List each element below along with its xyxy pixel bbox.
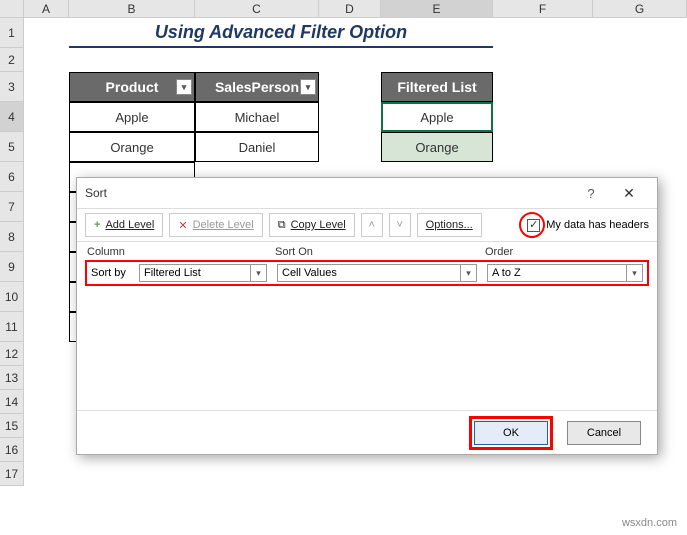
label: Copy Level: [291, 219, 346, 231]
table-header-filtered: Filtered List: [381, 72, 493, 102]
sort-dialog: Sort ? ✕ + Add Level ✕ Delete Level ⧉ Co…: [76, 177, 658, 455]
row-header[interactable]: 2: [0, 48, 24, 72]
row-header[interactable]: 8: [0, 222, 24, 252]
copy-level-button[interactable]: ⧉ Copy Level: [269, 213, 355, 237]
plus-icon: +: [94, 219, 100, 231]
label: My data has headers: [546, 219, 649, 231]
row-header[interactable]: 9: [0, 252, 24, 282]
chevron-down-icon: ▾: [460, 265, 476, 281]
row-header[interactable]: 10: [0, 282, 24, 312]
col-header[interactable]: D: [319, 0, 381, 18]
label: Filtered List: [397, 79, 476, 95]
ok-button[interactable]: OK: [474, 421, 548, 445]
cell-c5[interactable]: Daniel: [195, 132, 319, 162]
sort-criteria-row: Sort by Filtered List ▾ Cell Values ▾ A …: [85, 260, 649, 286]
dialog-column-headers: Column Sort On Order: [77, 242, 657, 260]
sort-column-combo[interactable]: Filtered List ▾: [139, 264, 267, 282]
col-header[interactable]: E: [381, 0, 493, 18]
table-header-product: Product ▾: [69, 72, 195, 102]
options-button[interactable]: Options...: [417, 213, 482, 237]
col-header-order: Order: [485, 246, 513, 258]
col-header-sorton: Sort On: [275, 246, 485, 258]
row-header[interactable]: 15: [0, 414, 24, 438]
row-header[interactable]: 6: [0, 162, 24, 192]
row-header[interactable]: 12: [0, 342, 24, 366]
headers-checkbox-wrap: ✓ My data has headers: [527, 219, 649, 232]
cell-e5[interactable]: Orange: [381, 132, 493, 162]
annotation-circle: [519, 212, 545, 238]
watermark: wsxdn.com: [622, 517, 677, 529]
row-header[interactable]: 5: [0, 132, 24, 162]
label: Add Level: [105, 219, 154, 231]
col-header[interactable]: B: [69, 0, 195, 18]
dialog-title: Sort: [85, 186, 107, 200]
dialog-toolbar: + Add Level ✕ Delete Level ⧉ Copy Level …: [77, 208, 657, 242]
col-header[interactable]: C: [195, 0, 319, 18]
label: SalesPerson: [215, 79, 299, 95]
cancel-button[interactable]: Cancel: [567, 421, 641, 445]
dialog-footer: OK Cancel: [77, 410, 657, 454]
row-header[interactable]: 1: [0, 18, 24, 48]
row-header[interactable]: 3: [0, 72, 24, 102]
cell-c4[interactable]: Michael: [195, 102, 319, 132]
col-header[interactable]: F: [493, 0, 593, 18]
row-header[interactable]: 7: [0, 192, 24, 222]
dialog-titlebar[interactable]: Sort ? ✕: [77, 178, 657, 208]
label: Delete Level: [193, 219, 254, 231]
order-combo[interactable]: A to Z ▾: [487, 264, 643, 282]
chevron-down-icon: ▾: [626, 265, 642, 281]
move-down-button[interactable]: ˅: [389, 213, 411, 237]
cell-b4[interactable]: Apple: [69, 102, 195, 132]
table-header-salesperson: SalesPerson ▾: [195, 72, 319, 102]
row-header[interactable]: 11: [0, 312, 24, 342]
row-header[interactable]: 17: [0, 462, 24, 486]
delete-level-button[interactable]: ✕ Delete Level: [169, 213, 262, 237]
annotation-box: OK: [469, 416, 553, 450]
select-all-corner[interactable]: [0, 0, 24, 18]
sortby-label: Sort by: [91, 267, 139, 279]
col-header-column: Column: [87, 246, 275, 258]
row-header[interactable]: 4: [0, 102, 24, 132]
cell-b5[interactable]: Orange: [69, 132, 195, 162]
col-header[interactable]: A: [24, 0, 69, 18]
filter-dropdown-icon[interactable]: ▾: [300, 79, 316, 95]
row-header[interactable]: 14: [0, 390, 24, 414]
label: Product: [106, 79, 159, 95]
value: Filtered List: [144, 267, 201, 279]
chevron-up-icon: ˄: [368, 219, 374, 231]
filter-dropdown-icon[interactable]: ▾: [176, 79, 192, 95]
col-header[interactable]: G: [593, 0, 687, 18]
x-icon: ✕: [178, 219, 187, 232]
cell-e4-selected[interactable]: Apple: [381, 102, 493, 132]
copy-icon: ⧉: [278, 219, 286, 232]
value: Cell Values: [282, 267, 337, 279]
row-header[interactable]: 16: [0, 438, 24, 462]
row-header[interactable]: 13: [0, 366, 24, 390]
chevron-down-icon: ˅: [396, 219, 402, 231]
move-up-button[interactable]: ˄: [361, 213, 383, 237]
close-button[interactable]: ✕: [609, 185, 649, 202]
value: A to Z: [492, 267, 521, 279]
add-level-button[interactable]: + Add Level: [85, 213, 163, 237]
label: Options...: [426, 219, 473, 231]
sort-on-combo[interactable]: Cell Values ▾: [277, 264, 477, 282]
chevron-down-icon: ▾: [250, 265, 266, 281]
page-title: Using Advanced Filter Option: [69, 18, 493, 48]
help-button[interactable]: ?: [573, 186, 609, 201]
